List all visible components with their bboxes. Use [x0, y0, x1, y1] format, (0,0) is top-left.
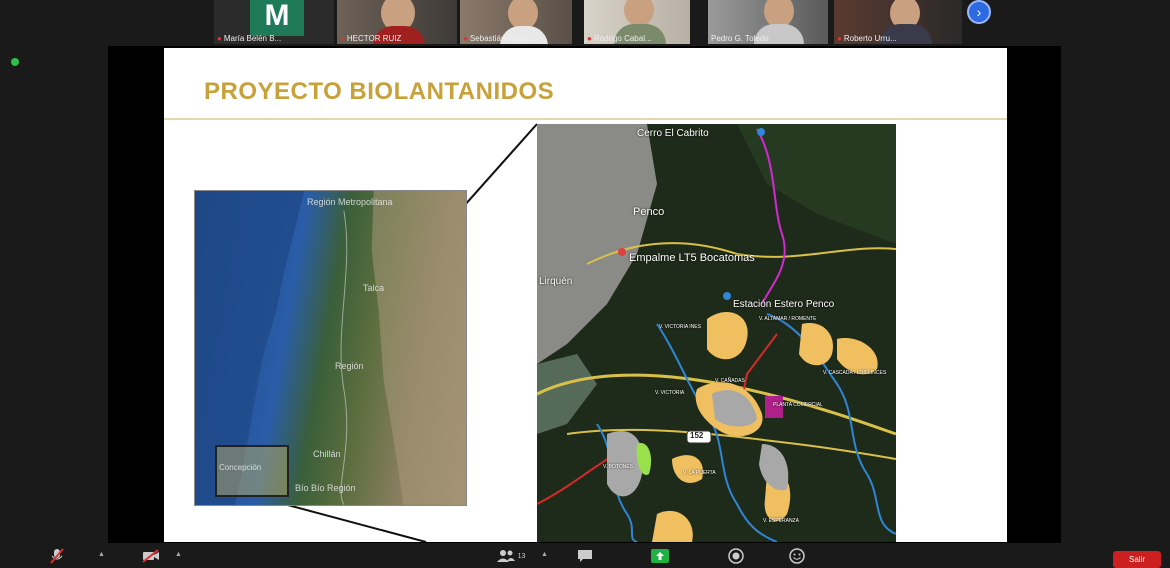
participant-name: María Belén B... — [223, 34, 282, 43]
participant-name: Sebastián Rojas... — [469, 34, 535, 43]
map-label: V. ESPERANZA — [763, 518, 799, 524]
map-label: V. LA PUERTA — [683, 470, 716, 476]
map-label: V. ALTAMAR / ROMENTE — [759, 316, 817, 322]
map-label: Concepción — [219, 463, 262, 472]
map-label: V. CAÑADAS — [715, 378, 745, 384]
participant-strip: M ● María Belén B... ● HECTOR RUIZ ● Sebast… — [0, 0, 1170, 46]
participant-tile[interactable]: M ● María Belén B... — [214, 0, 334, 44]
overview-satellite-map: Región Metropolitana Talca Región Chillá… — [194, 190, 467, 506]
map-label: Talca — [363, 283, 385, 293]
map-label: Chillán — [313, 449, 341, 459]
participant-tile[interactable]: ● HECTOR RUIZ — [337, 0, 457, 44]
mute-button[interactable] — [46, 547, 68, 565]
chat-icon — [578, 550, 592, 562]
record-button[interactable] — [725, 547, 747, 565]
map-label: V. VICTORIA — [655, 390, 685, 396]
chat-button[interactable] — [574, 547, 596, 565]
map-label: V. CASCADA / LOS LINCES — [823, 370, 887, 376]
participant-count: 13 — [517, 552, 526, 560]
map-label: Empalme LT5 Bocatomas — [629, 252, 755, 264]
leave-button[interactable]: Salir — [1113, 551, 1161, 568]
map-label: Región — [335, 361, 364, 371]
connection-status-icon — [11, 58, 19, 66]
microphone-muted-icon — [50, 548, 64, 564]
mic-muted-icon: ● — [587, 34, 592, 43]
participant-name: Rodrigo Cabal... — [593, 34, 652, 43]
map-label: Lirquén — [539, 276, 573, 287]
video-button[interactable] — [140, 547, 162, 565]
chevron-up-icon[interactable]: ▲ — [175, 551, 182, 558]
map-label: PLANTA COMERCIAL — [773, 402, 823, 408]
map-label: V. VICTORIA INES — [659, 324, 701, 330]
chevron-right-icon[interactable]: › — [967, 0, 991, 24]
map-label: Penco — [633, 206, 665, 218]
participant-name: Roberto Urru... — [843, 34, 897, 43]
participant-name: HECTOR RUIZ — [346, 34, 402, 43]
share-screen-icon — [651, 549, 669, 563]
record-icon — [728, 548, 744, 564]
participant-tile[interactable]: ● Sebastián Rojas... — [460, 0, 572, 44]
zoom-region-box: Concepción — [215, 445, 289, 497]
participants-icon — [496, 550, 515, 562]
meeting-toolbar: ▲ ▲ 13 ▲ — [0, 543, 1170, 568]
map-label: Cerro El Cabrito — [637, 128, 709, 139]
chevron-up-icon[interactable]: ▲ — [541, 551, 548, 558]
reactions-button[interactable] — [786, 547, 808, 565]
project-area-map: Cerro El Cabrito Penco Empalme LT5 Bocat… — [537, 124, 896, 542]
participant-tile[interactable]: ● Roberto Urru... — [834, 0, 962, 44]
map-label: Estación Estero Penco — [733, 299, 835, 310]
video-off-icon — [142, 549, 159, 563]
participant-initial-avatar: M — [250, 0, 304, 36]
map-label: Bío Bío Región — [295, 483, 356, 493]
participant-tile[interactable]: Pedro G. Toledo — [708, 0, 828, 44]
mic-muted-icon: ● — [340, 34, 345, 43]
participants-button[interactable]: 13 — [494, 547, 528, 565]
map-label: Región Metropolitana — [307, 197, 393, 207]
meeting-window: M ● María Belén B... ● HECTOR RUIZ ● Sebast… — [0, 0, 1170, 568]
chevron-up-icon[interactable]: ▲ — [98, 551, 105, 558]
mic-muted-icon: ● — [217, 34, 222, 43]
mic-muted-icon: ● — [837, 34, 842, 43]
participant-tile[interactable]: ● Rodrigo Cabal... — [584, 0, 690, 44]
share-screen-button[interactable] — [649, 547, 671, 565]
presentation-slide: PROYECTO BIOLANTANIDOS Región Metropolit… — [164, 48, 1007, 542]
reactions-icon — [789, 548, 805, 564]
route-marker: 152 — [690, 431, 704, 440]
map-label: V. BOTONES — [603, 464, 634, 470]
participant-name: Pedro G. Toledo — [711, 34, 769, 43]
mic-muted-icon: ● — [463, 34, 468, 43]
